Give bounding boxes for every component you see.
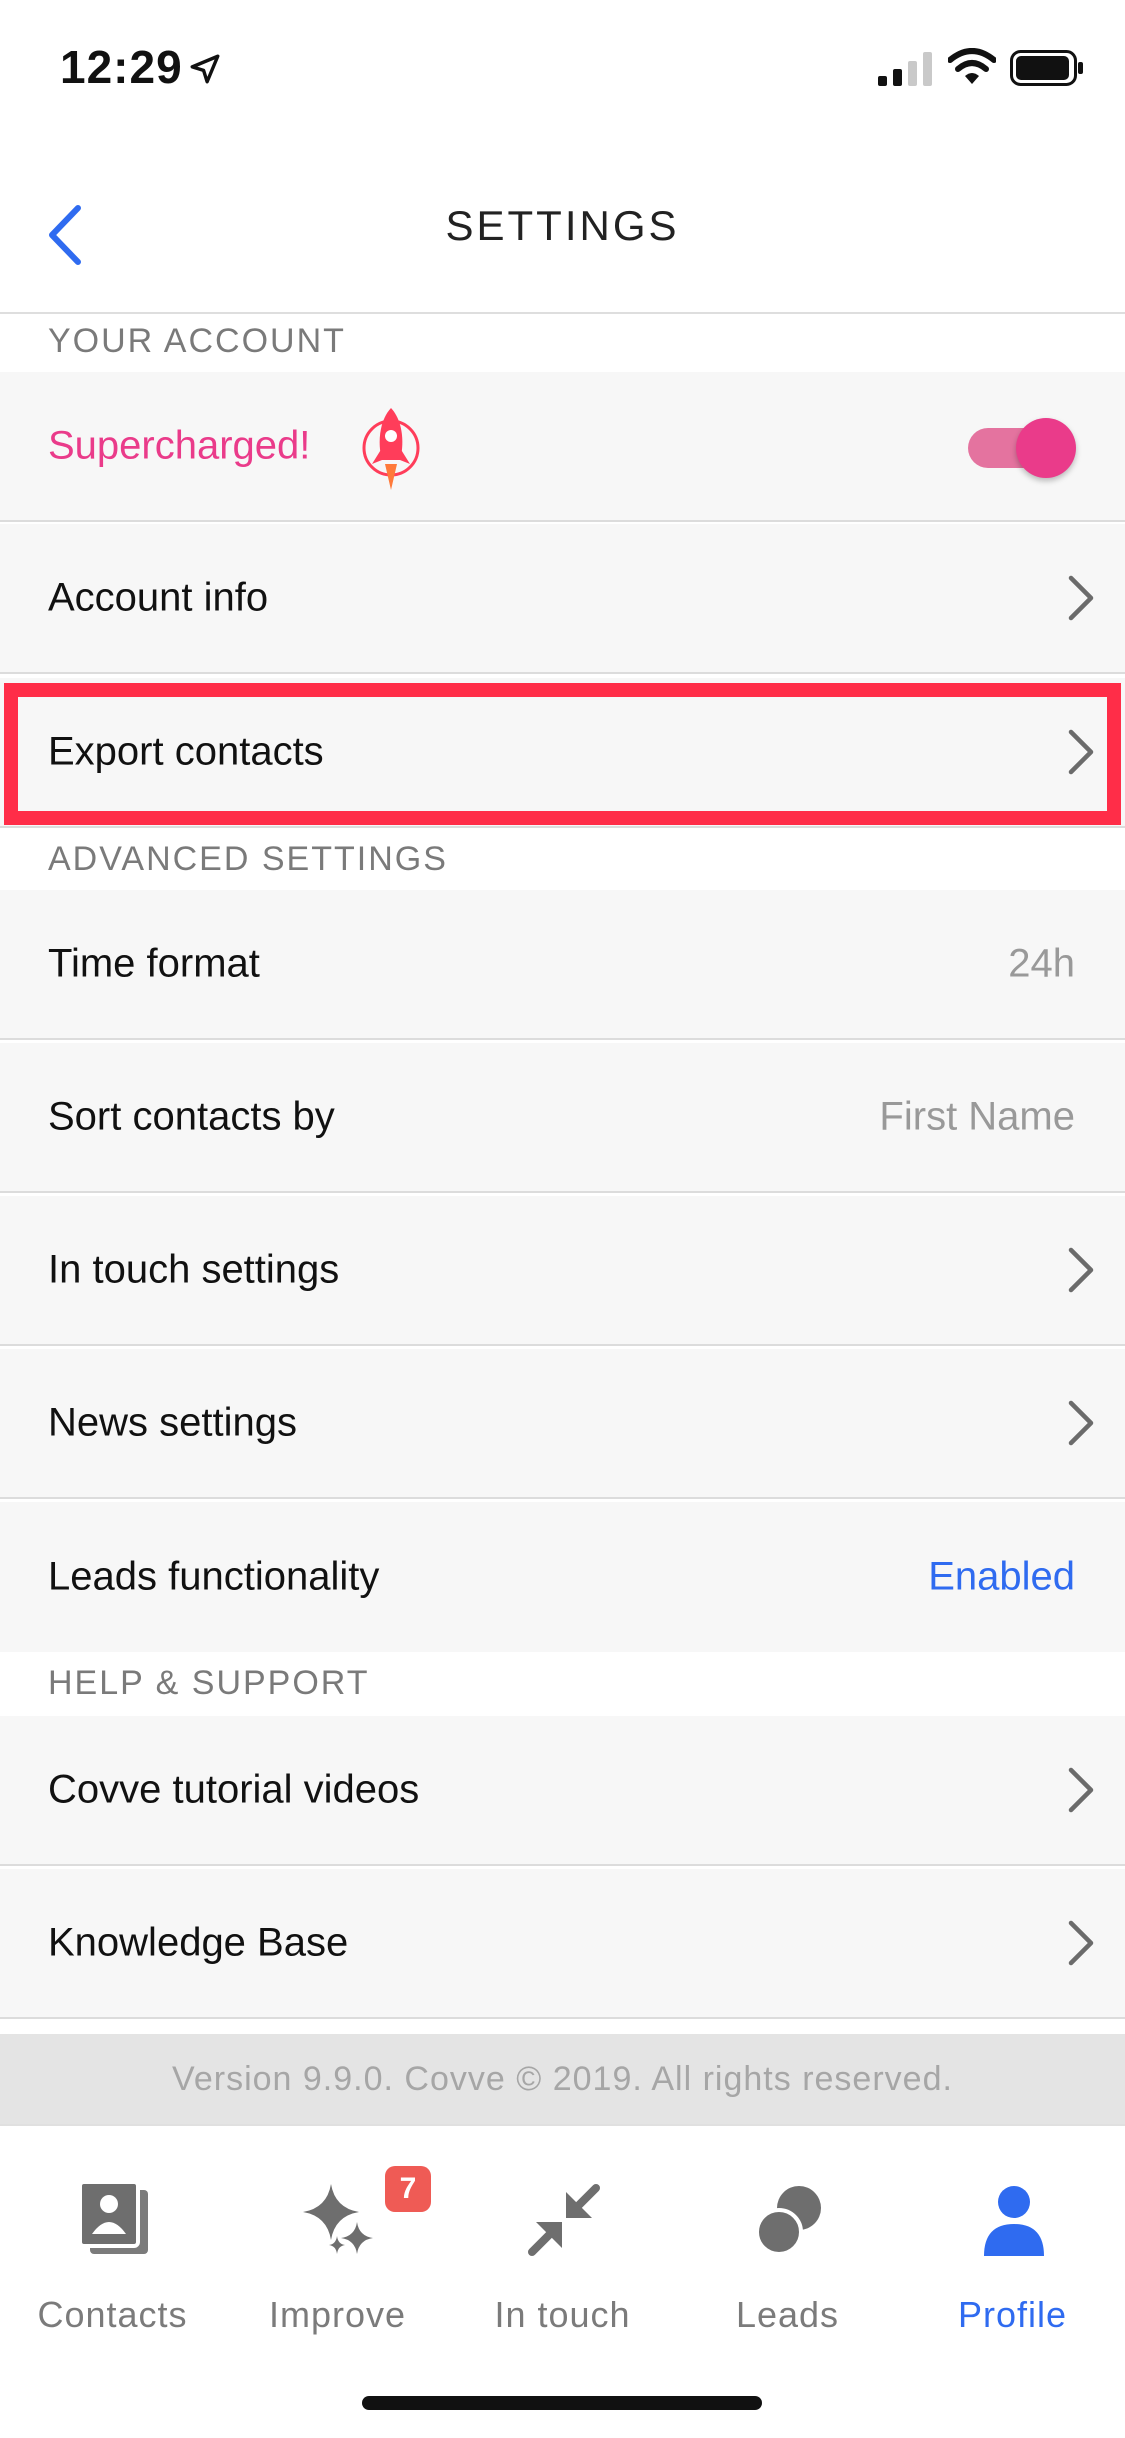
version-footer: Version 9.9.0. Covve © 2019. All rights …: [0, 2034, 1125, 2124]
section-header-advanced: ADVANCED SETTINGS: [0, 828, 1125, 890]
in-touch-settings-row[interactable]: In touch settings: [0, 1196, 1125, 1346]
section-header-account: YOUR ACCOUNT: [0, 314, 1125, 372]
account-info-row[interactable]: Account info: [0, 524, 1125, 674]
tab-in-touch[interactable]: In touch: [450, 2156, 675, 2356]
tab-profile[interactable]: Profile: [900, 2156, 1125, 2356]
leads-icon: [755, 2186, 821, 2256]
supercharged-label: Supercharged!: [48, 423, 311, 468]
notification-badge: 7: [385, 2166, 431, 2212]
supercharged-toggle[interactable]: [968, 418, 1078, 478]
section-header-help: HELP & SUPPORT: [0, 1652, 1125, 1716]
time-format-label: Time format: [48, 941, 260, 986]
tab-leads[interactable]: Leads: [675, 2156, 900, 2356]
chevron-right-icon: [1068, 1247, 1094, 1293]
supercharged-row: Supercharged!: [0, 372, 1125, 522]
sparkle-icon: [303, 2184, 373, 2254]
version-text: Version 9.9.0. Covve © 2019. All rights …: [172, 2060, 953, 2098]
tutorial-videos-row[interactable]: Covve tutorial videos: [0, 1716, 1125, 1866]
battery-icon: [1010, 50, 1083, 86]
chevron-right-icon: [1068, 1400, 1094, 1446]
location-arrow-icon: [190, 54, 220, 84]
sort-contacts-value: First Name: [879, 1094, 1075, 1139]
rocket-icon: [362, 408, 420, 490]
arrows-inward-icon: [528, 2184, 600, 2256]
section-header-label: YOUR ACCOUNT: [48, 322, 346, 360]
sort-contacts-label: Sort contacts by: [48, 1094, 335, 1139]
nav-bar: SETTINGS: [0, 140, 1125, 314]
leads-functionality-label: Leads functionality: [48, 1554, 380, 1599]
tutorial-videos-label: Covve tutorial videos: [48, 1767, 420, 1812]
person-icon: [984, 2186, 1044, 2256]
toggle-knob: [1016, 418, 1076, 478]
tab-label: Leads: [735, 2294, 840, 2335]
section-header-label: HELP & SUPPORT: [48, 1664, 370, 1702]
home-indicator: [362, 2396, 762, 2410]
status-time: 12:29: [60, 41, 183, 93]
knowledge-base-label: Knowledge Base: [48, 1920, 349, 1965]
leads-functionality-row[interactable]: Leads functionality Enabled: [0, 1502, 1125, 1652]
tab-improve[interactable]: 7 Improve: [225, 2156, 450, 2356]
chevron-right-icon: [1068, 1767, 1094, 1813]
export-contacts-label: Export contacts: [48, 729, 324, 774]
chevron-right-icon: [1068, 1920, 1094, 1966]
sort-contacts-row[interactable]: Sort contacts by First Name: [0, 1043, 1125, 1193]
contacts-icon: [78, 2180, 148, 2254]
tab-label: In touch: [494, 2294, 631, 2335]
tab-label: Contacts: [37, 2294, 188, 2335]
chevron-right-icon: [1068, 729, 1094, 775]
news-settings-row[interactable]: News settings: [0, 1349, 1125, 1499]
status-bar: 12:29: [0, 0, 1125, 140]
tab-label: Improve: [268, 2294, 407, 2335]
wifi-icon: [948, 48, 996, 84]
knowledge-base-row[interactable]: Knowledge Base: [0, 1869, 1125, 2019]
chevron-right-icon: [1068, 575, 1094, 621]
in-touch-settings-label: In touch settings: [48, 1247, 340, 1292]
section-header-label: ADVANCED SETTINGS: [48, 840, 448, 878]
page-title: SETTINGS: [445, 202, 680, 249]
tab-contacts[interactable]: Contacts: [0, 2156, 225, 2356]
tab-bar: Contacts 7 Improve In touch Leads Profil…: [0, 2124, 1125, 2438]
time-format-value: 24h: [1008, 941, 1075, 986]
tab-label: Profile: [957, 2294, 1068, 2335]
export-contacts-row[interactable]: Export contacts: [0, 678, 1125, 828]
account-info-label: Account info: [48, 575, 269, 620]
time-format-row[interactable]: Time format 24h: [0, 890, 1125, 1040]
news-settings-label: News settings: [48, 1400, 297, 1445]
leads-functionality-value: Enabled: [928, 1554, 1075, 1599]
cellular-signal-icon: [878, 52, 932, 86]
